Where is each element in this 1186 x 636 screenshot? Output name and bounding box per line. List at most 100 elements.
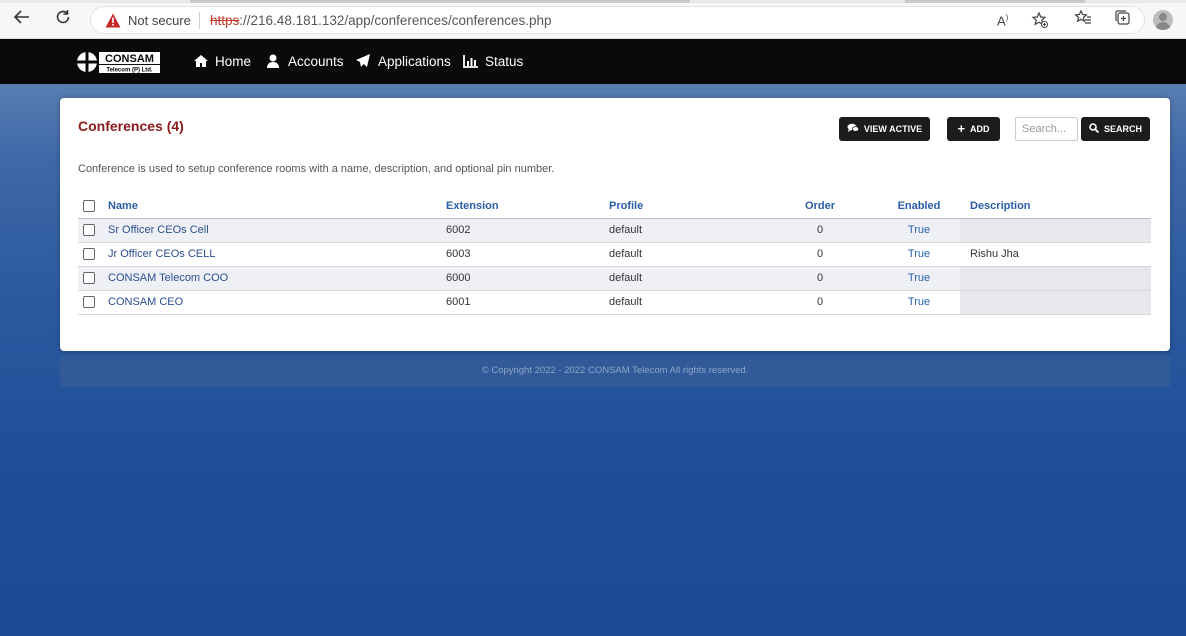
- browser-chrome: Not secure https://216.48.181.132/app/co…: [0, 0, 1186, 39]
- row-checkbox[interactable]: [83, 224, 95, 237]
- search-button[interactable]: SEARCH: [1081, 117, 1150, 141]
- profile-cell: default: [609, 218, 762, 243]
- conference-name-link[interactable]: Jr Officer CEOs CELL: [108, 248, 215, 260]
- back-arrow-icon[interactable]: [9, 8, 35, 32]
- nav-home-label: Home: [215, 54, 252, 69]
- reload-icon[interactable]: [50, 8, 76, 32]
- brand-name: CONSAM: [105, 53, 154, 65]
- nav-accounts[interactable]: Accounts: [266, 52, 344, 72]
- tab-strip: [0, 0, 1186, 3]
- conferences-card: Conferences (4) VIEW ACTIVE + ADD SEARCH …: [60, 98, 1170, 351]
- extension-cell: 6001: [446, 290, 609, 315]
- consam-logo[interactable]: CONSAM Telecom (P) Ltd.: [75, 50, 161, 74]
- order-cell: 0: [762, 218, 878, 243]
- extension-cell: 6003: [446, 242, 609, 267]
- nav-applications-label: Applications: [378, 54, 451, 69]
- url-scheme: https: [210, 13, 240, 28]
- home-icon: [193, 54, 209, 74]
- page-title: Conferences (4): [78, 118, 184, 134]
- row-checkbox[interactable]: [83, 296, 95, 309]
- profile-cell: default: [609, 290, 762, 315]
- view-active-label: VIEW ACTIVE: [863, 124, 923, 134]
- search-input[interactable]: [1015, 117, 1078, 141]
- col-header-order[interactable]: Order: [762, 194, 878, 219]
- enabled-cell: True: [878, 242, 960, 267]
- table-row[interactable]: CONSAM Telecom COO 6000 default 0 True: [78, 266, 1151, 291]
- add-button[interactable]: + ADD: [947, 117, 1000, 141]
- url-path: ://216.48.181.132/app/conferences/confer…: [239, 13, 552, 28]
- enabled-cell: True: [878, 266, 960, 291]
- profile-cell: default: [609, 242, 762, 267]
- brand-subtitle: Telecom (P) Ltd.: [106, 68, 153, 74]
- enabled-toggle-link[interactable]: True: [908, 272, 930, 284]
- page-description: Conference is used to setup conference r…: [78, 163, 555, 175]
- description-cell: Rishu Jha: [960, 242, 1151, 267]
- row-check-cell: [78, 290, 108, 315]
- description-cell: [960, 266, 1151, 291]
- select-all-checkbox[interactable]: [83, 199, 95, 212]
- extension-cell: 6002: [446, 218, 609, 243]
- enabled-toggle-link[interactable]: True: [908, 296, 930, 308]
- enabled-cell: True: [878, 290, 960, 315]
- conference-name-link[interactable]: CONSAM Telecom COO: [108, 272, 228, 284]
- description-cell: [960, 290, 1151, 315]
- name-cell: CONSAM CEO: [108, 290, 446, 315]
- read-aloud-icon[interactable]: A): [997, 13, 1008, 28]
- col-header-profile[interactable]: Profile: [609, 194, 762, 219]
- view-active-button[interactable]: VIEW ACTIVE: [839, 117, 930, 141]
- table-row[interactable]: Sr Officer CEOs Cell 6002 default 0 True: [78, 218, 1151, 243]
- col-header-extension[interactable]: Extension: [446, 194, 609, 219]
- bar-chart-icon: [463, 54, 479, 74]
- table-row[interactable]: Jr Officer CEOs CELL 6003 default 0 True…: [78, 242, 1151, 267]
- description-cell: [960, 218, 1151, 243]
- name-cell: CONSAM Telecom COO: [108, 266, 446, 291]
- search-label: SEARCH: [1103, 124, 1142, 134]
- table-row[interactable]: CONSAM CEO 6001 default 0 True: [78, 290, 1151, 315]
- row-check-cell: [78, 242, 108, 267]
- table-header-row: Name Extension Profile Order Enabled Des…: [78, 194, 1151, 219]
- security-label: Not secure: [128, 13, 191, 28]
- name-cell: Sr Officer CEOs Cell: [108, 218, 446, 243]
- search-icon: [1089, 118, 1100, 142]
- row-check-cell: [78, 218, 108, 243]
- user-icon: [266, 54, 282, 74]
- row-checkbox[interactable]: [83, 248, 95, 261]
- enabled-toggle-link[interactable]: True: [908, 248, 930, 260]
- nav-applications[interactable]: Applications: [356, 52, 451, 72]
- nav-status-label: Status: [485, 54, 524, 69]
- conference-name-link[interactable]: CONSAM CEO: [108, 296, 183, 308]
- col-header-name[interactable]: Name: [108, 194, 446, 219]
- order-cell: 0: [762, 266, 878, 291]
- nav-accounts-label: Accounts: [288, 54, 344, 69]
- conference-name-link[interactable]: Sr Officer CEOs Cell: [108, 224, 209, 236]
- url-divider: [199, 12, 200, 29]
- extension-cell: 6000: [446, 266, 609, 291]
- order-cell: 0: [762, 242, 878, 267]
- url-text[interactable]: https://216.48.181.132/app/conferences/c…: [210, 13, 552, 28]
- favorite-add-icon[interactable]: [1031, 11, 1049, 33]
- select-all-cell: [78, 194, 108, 219]
- profile-avatar-icon[interactable]: [1153, 10, 1173, 30]
- top-navbar: [0, 39, 1186, 84]
- name-cell: Jr Officer CEOs CELL: [108, 242, 446, 267]
- paper-plane-icon: [356, 54, 372, 74]
- favorites-icon[interactable]: [1074, 9, 1092, 31]
- footer: © Copyright 2022 - 2022 CONSAM Telecom A…: [60, 355, 1170, 387]
- nav-home[interactable]: Home: [193, 52, 251, 72]
- row-check-cell: [78, 266, 108, 291]
- collections-icon[interactable]: [1114, 9, 1132, 31]
- col-header-enabled[interactable]: Enabled: [878, 194, 960, 219]
- conferences-table: Name Extension Profile Order Enabled Des…: [78, 194, 1151, 315]
- enabled-cell: True: [878, 218, 960, 243]
- col-header-description[interactable]: Description: [960, 194, 1151, 219]
- enabled-toggle-link[interactable]: True: [908, 224, 930, 236]
- row-checkbox[interactable]: [83, 272, 95, 285]
- profile-cell: default: [609, 266, 762, 291]
- warning-icon: [105, 13, 121, 28]
- comments-icon: [847, 118, 860, 142]
- nav-status[interactable]: Status: [463, 52, 523, 72]
- add-label: ADD: [970, 124, 990, 134]
- address-bar[interactable]: Not secure https://216.48.181.132/app/co…: [90, 6, 1145, 34]
- copyright-text: © Copyright 2022 - 2022 CONSAM Telecom A…: [481, 365, 749, 376]
- plus-icon: +: [957, 121, 966, 136]
